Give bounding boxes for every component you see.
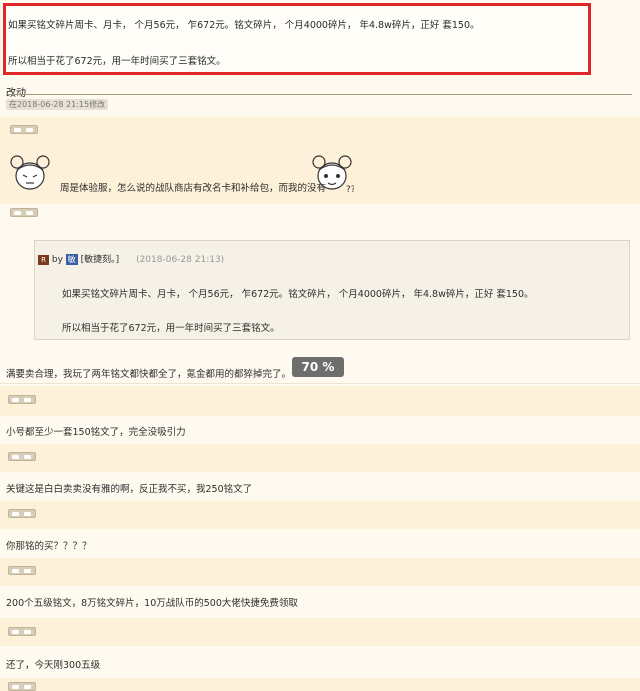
like-dislike-buttons[interactable] [8, 395, 36, 404]
comment-text: 你那铭的买？？？？ [6, 541, 92, 552]
comment-band [0, 618, 640, 646]
comment-band [0, 444, 640, 472]
reply-text: 满要卖合理，我玩了两年铭文都快都全了，氪金都用的都猝掉完了。 [6, 369, 292, 380]
anime-face-sticker-left [10, 155, 50, 190]
like-dislike-buttons[interactable] [10, 208, 38, 217]
comment-band [0, 678, 640, 691]
highlight-line-2: 所以相当于花了672元，用一年时间买了三套铭文。 [8, 56, 226, 67]
quote-line-2: 所以相当于花了672元，用一年时间买了三套铭文。 [62, 323, 280, 334]
edit-divider [6, 94, 632, 95]
user-avatar-icon: 敏 [65, 254, 78, 265]
like-dislike-buttons[interactable] [8, 682, 36, 691]
comment-band [0, 558, 640, 586]
highlight-line-1: 如果买铭文碎片周卡、月卡， 个月56元， 乍672元。铭文碎片， 个月4000碎… [8, 20, 480, 31]
rank-badge-icon: R [38, 254, 49, 265]
comment-text: 还了，今天刚300五级 [6, 660, 101, 671]
edit-heading: 改动 [6, 84, 26, 99]
quote-timestamp: (2018-06-28 21:13) [136, 255, 225, 265]
quote-line-1: 如果买铭文碎片周卡、月卡， 个月56元， 乍672元。铭文碎片， 个月4000碎… [62, 289, 534, 300]
comment-band [0, 386, 640, 416]
like-dislike-buttons[interactable] [8, 509, 36, 518]
like-dislike-buttons[interactable] [8, 627, 36, 636]
like-dislike-buttons[interactable] [10, 125, 38, 134]
comment-text: 关键这是白白卖卖没有雅的啊，反正我不买，我250铭文了 [6, 484, 253, 495]
comment-band [0, 501, 640, 529]
like-dislike-buttons[interactable] [8, 566, 36, 575]
quote-username[interactable]: [敏捷刻。] [81, 255, 120, 265]
post-body: 周是体验服，怎么说的战队商店有改名卡和补给包，而我的没有 [60, 183, 327, 194]
like-dislike-buttons[interactable] [8, 452, 36, 461]
comment-text: 小号都至少一套150铭文了，完全没吸引力 [6, 427, 186, 438]
progress-badge: 70 % [292, 357, 344, 377]
quote-header: R by 敏 [敏捷刻。] (2018-06-28 21:13) [38, 252, 224, 265]
comment-text: 200个五级铭文，8万铭文碎片，10万战队币的500大佬快捷免费领取 [6, 598, 298, 609]
edit-timestamp: 在2018-06-28 21:15修改 [6, 99, 109, 110]
svg-text:??: ?? [346, 185, 354, 195]
